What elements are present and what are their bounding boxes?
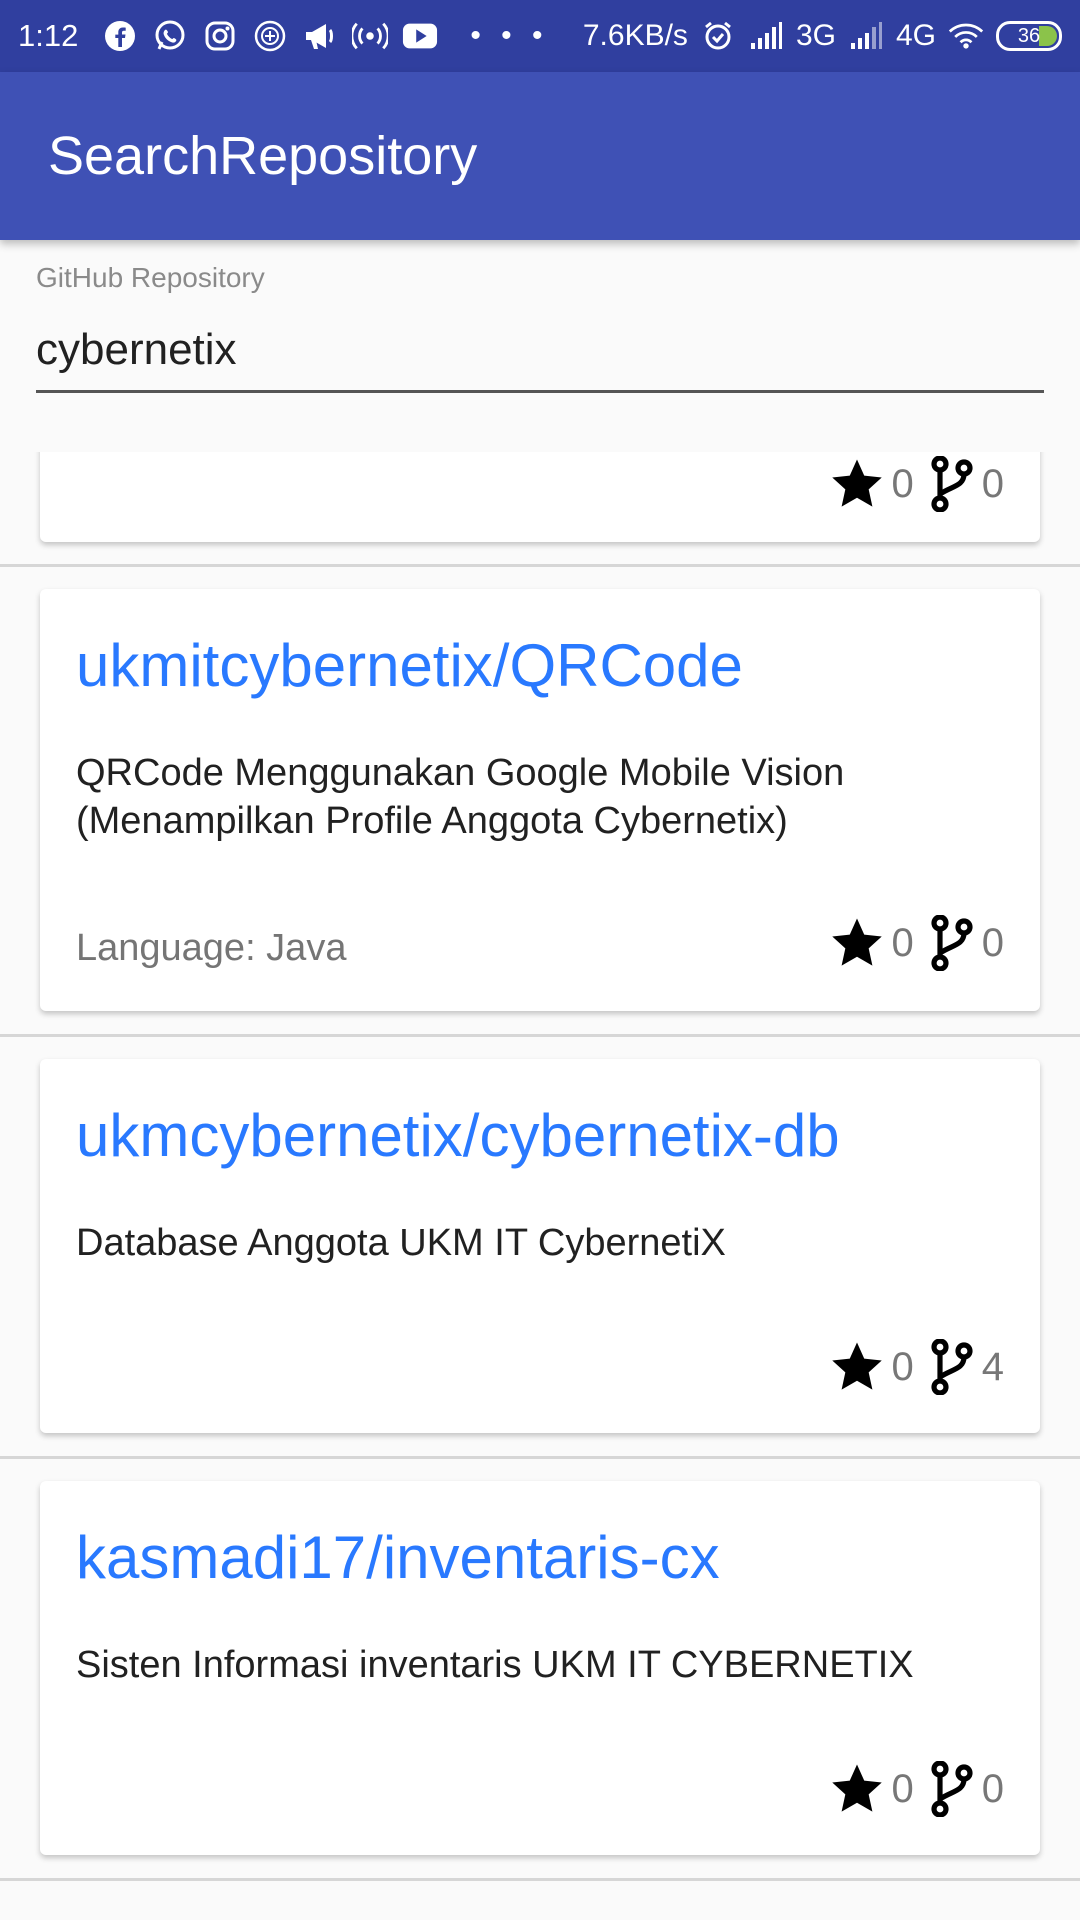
fork-icon: [928, 915, 976, 971]
youtube-icon: [402, 18, 438, 54]
megaphone-icon: [302, 18, 338, 54]
search-underline: [36, 390, 1044, 393]
repo-description: Database Anggota UKM IT CybernetiX: [76, 1222, 726, 1264]
list-divider: [0, 1034, 1080, 1037]
club-crest-icon: [252, 18, 288, 54]
signal-icon-2: [848, 18, 884, 54]
repo-stats: 0 0: [828, 915, 1004, 971]
fork-icon: [928, 456, 976, 512]
search-field: GitHub Repository: [36, 262, 1044, 393]
repository-list[interactable]: 0 0 ukmitcybernetix/QRCode QRCode Menggu…: [0, 452, 1080, 1920]
repo-description: Sisten Informasi inventaris UKM IT CYBER…: [76, 1644, 914, 1686]
app-title: SearchRepository: [48, 126, 478, 186]
star-icon: [828, 915, 886, 971]
fork-count: 4: [981, 1344, 1004, 1389]
fork-icon: [928, 1339, 976, 1395]
star-count: 0: [891, 1766, 914, 1811]
fork-count: 0: [981, 920, 1004, 965]
fork-count: 0: [981, 461, 1004, 506]
wifi-icon: [948, 18, 984, 54]
list-divider: [0, 1456, 1080, 1459]
list-divider: [0, 1878, 1080, 1881]
fork-count: 0: [981, 1766, 1004, 1811]
signal-icon-1: [748, 18, 784, 54]
repo-name[interactable]: ukmitcybernetix/QRCode: [76, 631, 743, 700]
star-count: 0: [891, 920, 914, 965]
alarm-icon: [700, 18, 736, 54]
star-count: 0: [891, 461, 914, 506]
repo-name[interactable]: kasmadi17/inventaris-cx: [76, 1523, 720, 1592]
star-icon: [828, 1339, 886, 1395]
search-label: GitHub Repository: [36, 262, 265, 293]
instagram-icon: [202, 18, 238, 54]
app-bar: SearchRepository: [0, 72, 1080, 240]
list-divider: [0, 564, 1080, 567]
star-icon: [828, 1761, 886, 1817]
network-type-2: 4G: [895, 19, 936, 52]
status-time: 1:12: [18, 18, 79, 53]
repo-description: QRCode Menggunakan Google Mobile Vision …: [76, 752, 845, 842]
repo-name[interactable]: ukmcybernetix/cybernetix-db: [76, 1101, 840, 1170]
fork-icon: [928, 1761, 976, 1817]
repo-card[interactable]: kasmadi17/inventaris-cx Sisten Informasi…: [40, 1481, 1040, 1855]
star-count: 0: [891, 1344, 914, 1389]
more-notifications-icon: • • •: [470, 19, 549, 52]
whatsapp-icon: [152, 18, 188, 54]
repo-card-partial[interactable]: 0 0: [40, 452, 1040, 542]
repo-stats: 0 0: [828, 1761, 1004, 1817]
star-icon: [828, 456, 886, 512]
hotspot-icon: [352, 18, 389, 54]
repo-language: Language: Java: [76, 927, 347, 969]
repo-card[interactable]: ukmcybernetix/cybernetix-db Database Ang…: [40, 1059, 1040, 1433]
repo-stats: 0 0: [828, 456, 1004, 512]
battery-level: 36: [1017, 24, 1041, 47]
battery-icon: 36: [996, 21, 1062, 51]
facebook-icon: [102, 18, 138, 54]
repo-stats: 0 4: [828, 1339, 1004, 1395]
status-bar: 1:12 • • • 7.6KB/s 3G 4G 36: [0, 0, 1080, 72]
network-type-1: 3G: [795, 19, 836, 52]
network-speed: 7.6KB/s: [582, 19, 688, 52]
search-input[interactable]: [36, 326, 1044, 374]
repo-card[interactable]: ukmitcybernetix/QRCode QRCode Menggunaka…: [40, 589, 1040, 1011]
